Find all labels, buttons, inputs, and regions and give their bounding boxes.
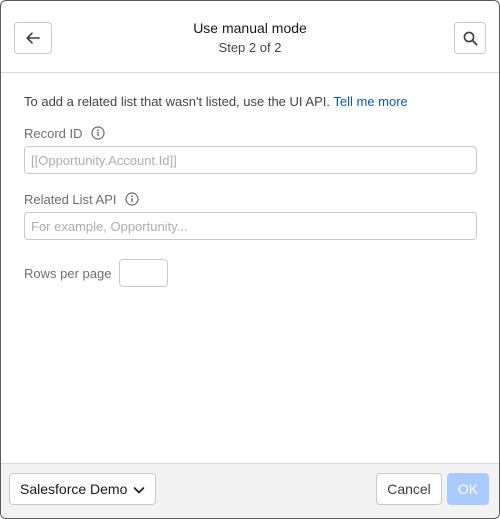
related-list-api-label: Related List API: [24, 191, 117, 207]
dialog-body: To add a related list that wasn't listed…: [24, 73, 477, 287]
dialog-title: Use manual mode: [193, 20, 307, 36]
record-id-input[interactable]: [24, 146, 477, 174]
info-icon[interactable]: [90, 126, 105, 140]
rows-per-page-label: Rows per page: [24, 265, 112, 281]
rows-per-page-input[interactable]: [119, 259, 169, 287]
related-list-api-input[interactable]: [24, 212, 477, 240]
info-icon[interactable]: [124, 192, 139, 206]
chevron-down-icon: [133, 484, 145, 496]
search-button[interactable]: [454, 22, 486, 54]
intro-text: To add a related list that wasn't listed…: [24, 94, 476, 110]
org-select[interactable]: Salesforce Demo: [9, 473, 156, 505]
intro-message: To add a related list that wasn't listed…: [24, 94, 330, 109]
dialog-header: Use manual mode Step 2 of 2: [1, 1, 499, 73]
search-icon: [463, 31, 478, 46]
step-indicator: Step 2 of 2: [218, 40, 282, 55]
rows-per-page-field: Rows per page: [24, 259, 476, 287]
related-list-api-field: Related List API: [24, 191, 477, 240]
record-id-label: Record ID: [24, 125, 83, 141]
manual-mode-dialog: Use manual mode Step 2 of 2 To add a rel…: [0, 0, 500, 519]
ok-button[interactable]: OK: [447, 473, 489, 505]
org-select-value: Salesforce Demo: [20, 481, 128, 497]
record-id-field: Record ID: [24, 125, 477, 174]
tell-me-more-link[interactable]: Tell me more: [333, 94, 407, 109]
dialog-footer: Salesforce Demo Cancel OK: [1, 463, 499, 518]
cancel-button[interactable]: Cancel: [376, 473, 442, 505]
